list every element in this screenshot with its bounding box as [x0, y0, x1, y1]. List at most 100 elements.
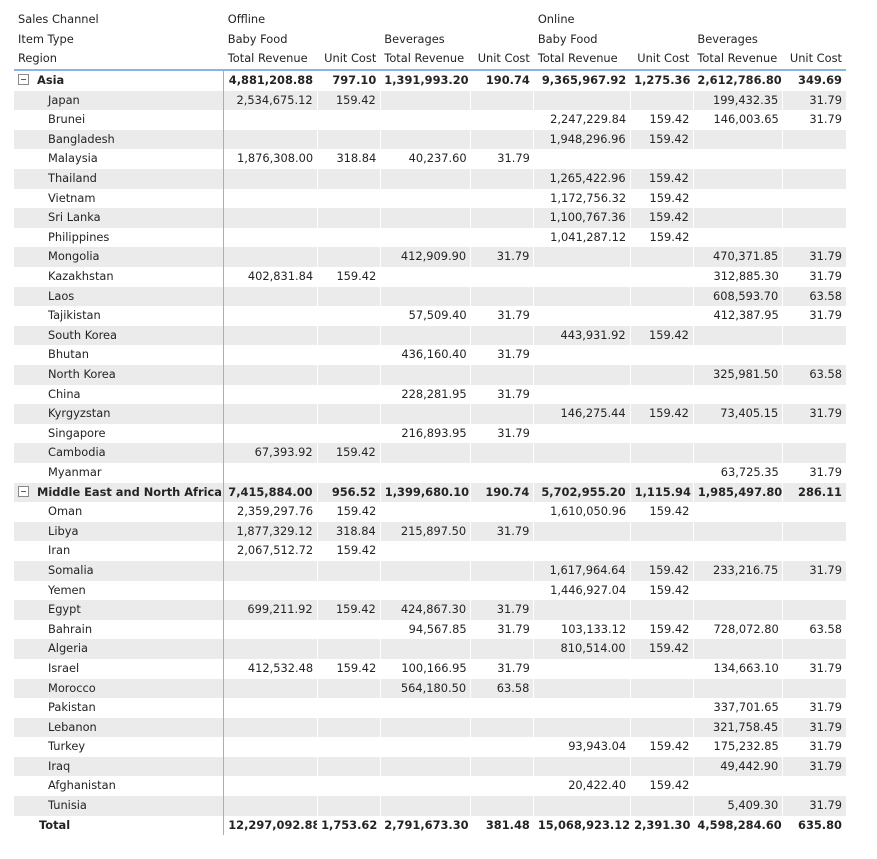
cell-total-revenue[interactable]: 199,432.35 [692, 90, 783, 111]
cell-total-revenue[interactable] [534, 659, 630, 679]
row-label[interactable]: Egypt [14, 600, 225, 620]
measure-header-total-revenue[interactable]: Total Revenue [380, 49, 471, 72]
cell-unit-cost[interactable] [316, 678, 381, 699]
cell-unit-cost[interactable] [470, 325, 534, 346]
cell-unit-cost[interactable] [471, 737, 534, 757]
cell-unit-cost[interactable]: 159.42 [316, 443, 381, 463]
cell-unit-cost[interactable] [471, 502, 534, 522]
cell-total-revenue[interactable] [224, 110, 317, 130]
cell-unit-cost[interactable]: 31.79 [471, 424, 534, 444]
cell-total-revenue[interactable] [223, 560, 318, 581]
cell-total-revenue[interactable] [534, 698, 630, 718]
cell-total-revenue[interactable] [223, 756, 318, 777]
cell-total-revenue[interactable] [224, 776, 317, 796]
row-label[interactable]: Singapore [14, 423, 225, 444]
cell-unit-cost[interactable] [782, 169, 846, 189]
cell-unit-cost[interactable] [317, 424, 380, 444]
cell-total-revenue[interactable]: 564,180.50 [379, 678, 471, 699]
cell-total-revenue[interactable] [534, 306, 630, 326]
cell-total-revenue[interactable] [534, 385, 630, 405]
row-label[interactable]: Philippines [14, 227, 225, 248]
cell-total-revenue[interactable]: 4,598,284.60 [693, 815, 783, 836]
cell-total-revenue[interactable] [380, 228, 470, 248]
cell-unit-cost[interactable] [782, 129, 846, 150]
measure-header-unit-cost[interactable]: Unit Cost [317, 49, 381, 72]
cell-unit-cost[interactable] [470, 286, 534, 307]
cell-total-revenue[interactable]: 93,943.04 [534, 737, 630, 757]
cell-total-revenue[interactable] [693, 345, 782, 365]
cell-unit-cost[interactable] [783, 385, 846, 405]
cell-unit-cost[interactable]: 31.79 [471, 149, 534, 169]
cell-total-revenue[interactable]: 1,876,308.00 [224, 149, 317, 169]
cell-total-revenue[interactable]: 4,881,208.88 [224, 70, 317, 91]
cell-total-revenue[interactable] [693, 189, 782, 209]
cell-total-revenue[interactable] [380, 502, 470, 522]
cell-total-revenue[interactable]: 215,897.50 [379, 521, 471, 542]
cell-unit-cost[interactable] [316, 717, 381, 738]
cell-unit-cost[interactable]: 159.42 [629, 639, 694, 659]
cell-total-revenue[interactable] [379, 443, 471, 463]
cell-total-revenue[interactable]: 699,211.92 [223, 600, 318, 620]
cell-total-revenue[interactable]: 1,100,767.36 [533, 208, 631, 228]
cell-unit-cost[interactable]: 159.42 [630, 737, 693, 757]
cell-total-revenue[interactable]: 15,068,923.12 [533, 815, 631, 836]
cell-total-revenue[interactable]: 2,534,675.12 [223, 90, 318, 111]
row-label[interactable]: Algeria [14, 639, 225, 659]
row-label[interactable]: Tajikistan [14, 306, 225, 326]
cell-unit-cost[interactable] [470, 169, 534, 189]
cell-unit-cost[interactable] [782, 208, 846, 228]
cell-unit-cost[interactable] [630, 267, 693, 287]
cell-total-revenue[interactable]: 20,422.40 [534, 776, 630, 796]
cell-unit-cost[interactable] [782, 325, 846, 346]
cell-unit-cost[interactable]: 159.42 [317, 502, 380, 522]
cell-unit-cost[interactable]: 31.79 [782, 404, 846, 424]
cell-total-revenue[interactable] [693, 385, 782, 405]
cell-unit-cost[interactable] [629, 90, 694, 111]
cell-unit-cost[interactable]: 31.79 [783, 659, 846, 679]
cell-unit-cost[interactable] [470, 208, 534, 228]
cell-total-revenue[interactable] [533, 443, 631, 463]
cell-unit-cost[interactable] [629, 365, 694, 385]
cell-unit-cost[interactable]: 956.52 [316, 482, 381, 503]
cell-unit-cost[interactable] [782, 443, 846, 463]
cell-total-revenue[interactable] [380, 698, 470, 718]
cell-unit-cost[interactable] [317, 385, 380, 405]
cell-total-revenue[interactable] [380, 463, 470, 483]
cell-unit-cost[interactable]: 159.42 [316, 90, 381, 111]
cell-total-revenue[interactable] [379, 560, 471, 581]
cell-unit-cost[interactable] [316, 247, 381, 268]
cell-total-revenue[interactable] [224, 737, 317, 757]
measure-header-unit-cost[interactable]: Unit Cost [470, 49, 534, 72]
row-label[interactable]: Iran [14, 541, 225, 561]
cell-unit-cost[interactable] [317, 620, 380, 640]
cell-unit-cost[interactable]: 349.69 [783, 70, 846, 91]
row-label[interactable]: Turkey [14, 737, 225, 757]
cell-total-revenue[interactable] [223, 247, 318, 268]
collapse-icon[interactable] [18, 485, 29, 497]
row-label[interactable]: China [14, 384, 225, 405]
row-label[interactable]: Oman [14, 502, 225, 522]
cell-total-revenue[interactable] [534, 463, 630, 483]
cell-unit-cost[interactable]: 635.80 [782, 815, 846, 836]
cell-total-revenue[interactable] [380, 189, 470, 209]
measure-header-total-revenue[interactable]: Total Revenue [533, 49, 631, 72]
cell-unit-cost[interactable]: 159.42 [629, 325, 694, 346]
cell-unit-cost[interactable] [783, 149, 846, 169]
cell-unit-cost[interactable] [317, 345, 380, 365]
cell-total-revenue[interactable]: 9,365,967.92 [534, 70, 630, 91]
cell-total-revenue[interactable] [693, 776, 782, 796]
cell-unit-cost[interactable]: 31.79 [782, 796, 846, 816]
cell-unit-cost[interactable]: 1,275.36 [630, 70, 693, 91]
cell-unit-cost[interactable]: 190.74 [471, 70, 534, 91]
row-label[interactable]: Malaysia [14, 149, 225, 170]
cell-total-revenue[interactable] [692, 639, 783, 659]
cell-total-revenue[interactable]: 73,405.15 [692, 404, 783, 424]
cell-unit-cost[interactable]: 63.58 [782, 286, 846, 307]
cell-unit-cost[interactable]: 31.79 [782, 247, 846, 268]
cell-unit-cost[interactable]: 63.58 [470, 678, 534, 699]
cell-unit-cost[interactable] [783, 581, 846, 601]
cell-unit-cost[interactable] [629, 443, 694, 463]
cell-unit-cost[interactable] [629, 600, 694, 620]
cell-unit-cost[interactable]: 31.79 [783, 698, 846, 718]
cell-unit-cost[interactable]: 159.42 [630, 502, 693, 522]
